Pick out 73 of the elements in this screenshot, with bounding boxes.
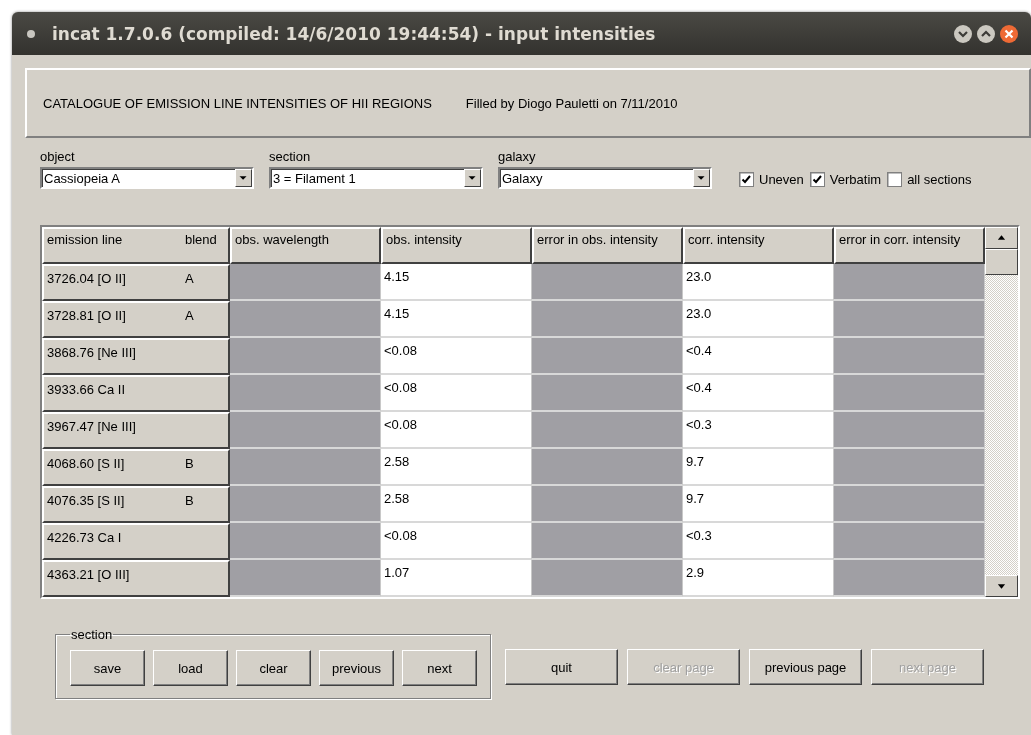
dropdown[interactable]: Galaxy <box>498 167 712 189</box>
dropdown[interactable]: Cassiopeia A <box>40 167 254 189</box>
column-header: obs. wavelength <box>230 227 381 264</box>
row-label-cell: 4363.21 [O III] <box>42 560 182 597</box>
input-cell[interactable]: <0.4 <box>683 338 834 375</box>
window-menu-icon[interactable] <box>26 28 36 39</box>
section-button[interactable]: next <box>402 650 477 686</box>
section-button[interactable]: load <box>153 650 228 686</box>
checkbox-label: Uneven <box>759 172 804 187</box>
row-label-cell: A <box>182 264 230 301</box>
checkbox[interactable] <box>809 172 825 187</box>
input-cell[interactable]: 4.15 <box>381 301 532 338</box>
window-title: incat 1.7.0.6 (compiled: 14/6/2010 19:44:54) - input intensities <box>52 23 657 44</box>
row-label-cell: 3728.81 [O II] <box>42 301 182 338</box>
section-button[interactable]: save <box>70 650 145 686</box>
row-label-cell: A <box>182 301 230 338</box>
input-cell[interactable]: <0.4 <box>683 375 834 412</box>
section-button[interactable]: clear <box>236 650 311 686</box>
checkbox[interactable] <box>739 172 754 187</box>
input-cell[interactable]: <0.08 <box>381 412 532 449</box>
input-cell[interactable]: 2.58 <box>381 486 532 523</box>
scroll-up-icon[interactable] <box>985 227 1018 249</box>
row-label-cell: 4068.60 [S II] <box>42 449 182 486</box>
input-cell[interactable]: <0.08 <box>381 338 532 375</box>
input-cell[interactable]: <0.3 <box>683 412 834 449</box>
maximize-icon[interactable] <box>976 23 996 44</box>
field-label: object <box>40 149 76 164</box>
dropdown[interactable]: 3 = Filament 1 <box>269 167 483 189</box>
input-cell[interactable]: <0.08 <box>381 523 532 560</box>
row-label-cell: 4226.73 Ca I <box>42 523 182 560</box>
minimize-icon[interactable] <box>953 23 973 44</box>
input-cell[interactable]: 4.15 <box>381 264 532 301</box>
row-label-cell: 3967.47 [Ne III] <box>42 412 182 449</box>
page-button[interactable]: quit <box>505 649 618 685</box>
scroll-down-icon[interactable] <box>985 575 1018 597</box>
row-label-cell <box>182 412 230 449</box>
input-cell[interactable]: 9.7 <box>683 486 834 523</box>
row-label-cell: B <box>182 486 230 523</box>
row-label-cell <box>182 523 230 560</box>
checkbox-label: Verbatim <box>829 172 882 187</box>
input-cell[interactable]: <0.08 <box>381 375 532 412</box>
input-cell[interactable]: 9.7 <box>683 449 834 486</box>
group-label: section <box>70 627 114 642</box>
scroll-thumb[interactable] <box>985 249 1018 275</box>
input-cell[interactable]: 23.0 <box>683 301 834 338</box>
row-label-cell: 3933.66 Ca II <box>42 375 182 412</box>
input-cell[interactable]: 23.0 <box>683 264 834 301</box>
field-label: galaxy <box>498 149 537 164</box>
page-button[interactable]: previous page <box>749 649 862 685</box>
row-label-cell: 3726.04 [O II] <box>42 264 182 301</box>
section-button[interactable]: previous <box>319 650 394 686</box>
column-header: obs. intensity <box>381 227 532 264</box>
column-header: error in obs. intensity <box>532 227 683 264</box>
column-header: blend <box>182 227 230 264</box>
checkbox-label: all sections <box>907 172 972 187</box>
close-icon[interactable] <box>999 23 1019 44</box>
filled-by-text: Filled by Diogo Pauletti on 7/11/2010 <box>465 95 678 111</box>
row-label-cell: 3868.76 [Ne III] <box>42 338 182 375</box>
checkbox[interactable] <box>887 172 903 187</box>
scrollbar[interactable] <box>985 227 1018 597</box>
field-label: section <box>269 149 312 164</box>
catalogue-title: CATALOGUE OF EMISSION LINE INTENSITIES OF HII REGIONS <box>43 95 432 111</box>
input-cell[interactable]: 2.58 <box>381 449 532 486</box>
column-header: corr. intensity <box>683 227 834 264</box>
row-label-cell <box>182 375 230 412</box>
row-label-cell: 4076.35 [S II] <box>42 486 182 523</box>
row-label-cell <box>182 338 230 375</box>
input-cell[interactable]: 1.07 <box>381 560 532 597</box>
row-label-cell: B <box>182 449 230 486</box>
column-header: error in corr. intensity <box>834 227 985 264</box>
column-header: emission line <box>42 227 182 264</box>
input-cell[interactable]: 2.9 <box>683 560 834 597</box>
input-cell[interactable]: <0.3 <box>683 523 834 560</box>
